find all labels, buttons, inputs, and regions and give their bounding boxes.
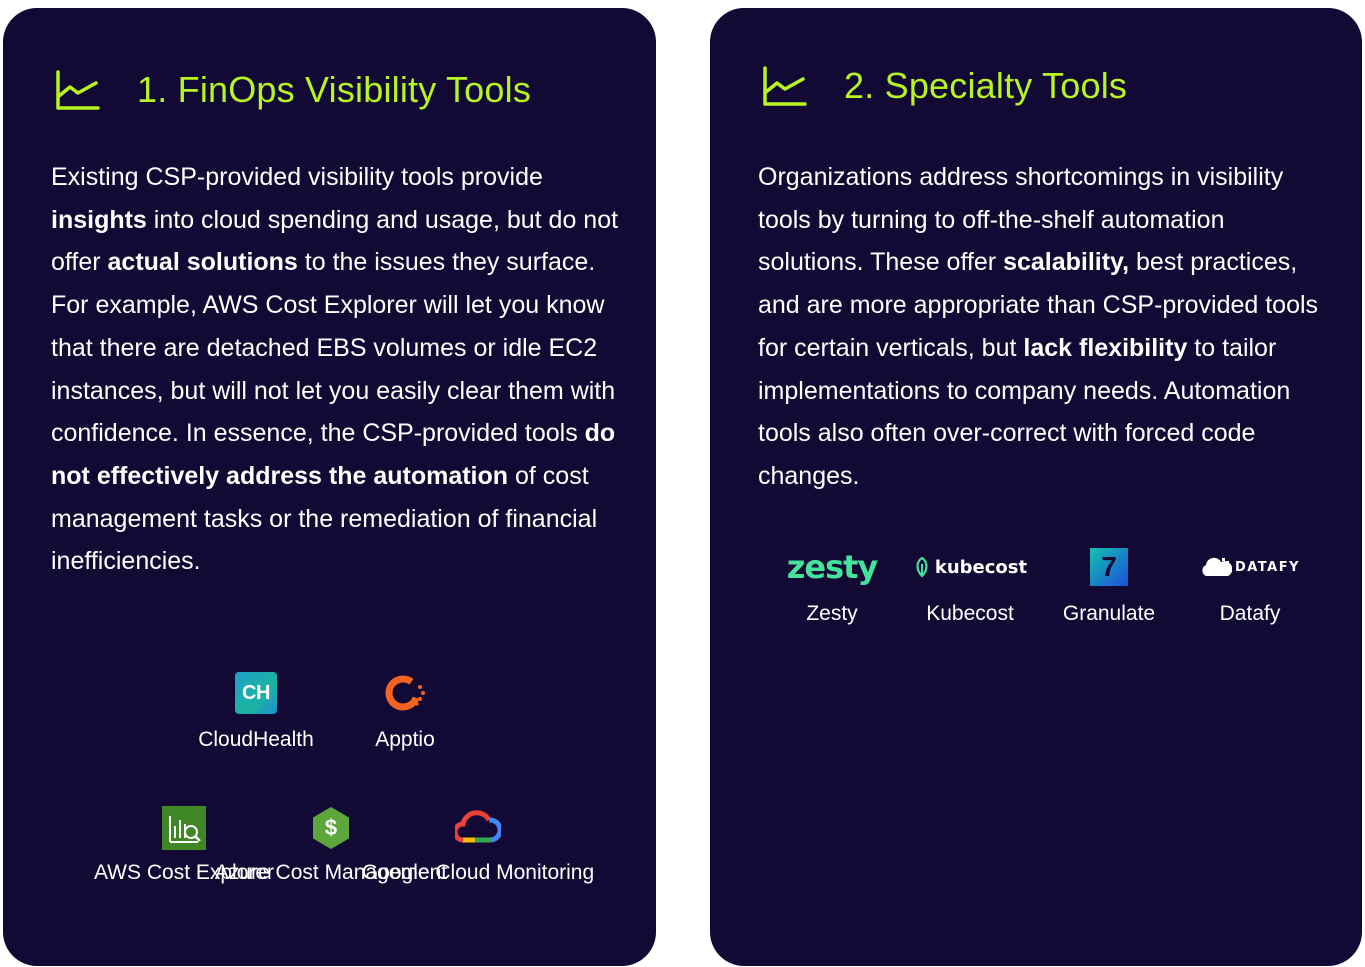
google-cloud-icon xyxy=(455,810,501,843)
tool-granulate: 7 Granulate xyxy=(1049,544,1169,627)
cloudhealth-mark: CH xyxy=(235,672,277,714)
card-title: 2. Specialty Tools xyxy=(844,65,1128,106)
line-chart-icon xyxy=(56,70,100,110)
card-description: Organizations address shortcomings in vi… xyxy=(758,156,1333,498)
tool-label: Zesty xyxy=(806,602,858,625)
tool-label: CloudHealth xyxy=(198,728,314,751)
tool-datafy: DATAFY Datafy xyxy=(1186,544,1314,627)
tool-kubecost: kubecost Kubecost xyxy=(908,544,1032,627)
tool-label: Granulate xyxy=(1062,602,1156,625)
aws-cost-explorer-icon xyxy=(162,806,206,850)
tool-cloudhealth: CH CloudHealth xyxy=(176,670,336,753)
azure-cost-mark: $ xyxy=(324,815,338,840)
line-chart-icon xyxy=(763,66,807,106)
tool-label: Google Cloud Monitoring xyxy=(361,861,595,884)
description-emphasis: lack flexibility xyxy=(1023,333,1188,362)
tool-label: Kubecost xyxy=(926,602,1014,625)
granulate-icon: 7 xyxy=(1090,548,1128,586)
description-emphasis: actual solutions xyxy=(107,248,298,277)
apptio-logo xyxy=(383,670,427,716)
google-cloud-logo xyxy=(455,805,501,851)
granulate-mark: 7 xyxy=(1101,551,1117,582)
tool-google-cloud-monitoring: Google Cloud Monitoring xyxy=(362,805,594,886)
description-emphasis: insights xyxy=(51,205,147,234)
apptio-icon xyxy=(385,675,425,711)
tool-label: Datafy xyxy=(1219,602,1281,625)
card-title: 1. FinOps Visibility Tools xyxy=(137,69,532,110)
specialty-tools-card: 2. Specialty Tools Organizations address… xyxy=(710,8,1362,966)
tool-zesty: zesty Zesty xyxy=(772,544,892,627)
kubecost-wordmark: kubecost xyxy=(934,556,1028,578)
cloudhealth-logo: CH xyxy=(235,670,277,716)
kubecost-icon xyxy=(916,556,928,578)
datafy-icon xyxy=(1202,557,1232,576)
datafy-logo: DATAFY xyxy=(1200,544,1300,590)
azure-cost-icon: $ xyxy=(311,806,351,850)
tool-apptio: Apptio xyxy=(345,670,465,753)
zesty-logo: zesty xyxy=(786,544,879,590)
azure-cost-management-logo: $ xyxy=(311,805,351,851)
description-emphasis: scalability, xyxy=(1003,248,1130,277)
zesty-wordmark: zesty xyxy=(786,548,879,586)
tool-label: Apptio xyxy=(375,728,435,751)
description-text: to the issues they surface. For example,… xyxy=(51,248,616,448)
finops-visibility-tools-card: 1. FinOps Visibility Tools Existing CSP-… xyxy=(3,8,656,966)
card-header: 2. Specialty Tools xyxy=(762,56,1127,116)
description-text: Existing CSP-provided visibility tools p… xyxy=(51,163,543,191)
aws-cost-explorer-logo xyxy=(162,805,206,851)
kubecost-logo: kubecost xyxy=(913,544,1027,590)
granulate-logo: 7 xyxy=(1090,544,1128,590)
card-description: Existing CSP-provided visibility tools p… xyxy=(51,156,621,583)
datafy-wordmark: DATAFY xyxy=(1234,559,1301,575)
card-header: 1. FinOps Visibility Tools xyxy=(55,60,531,120)
